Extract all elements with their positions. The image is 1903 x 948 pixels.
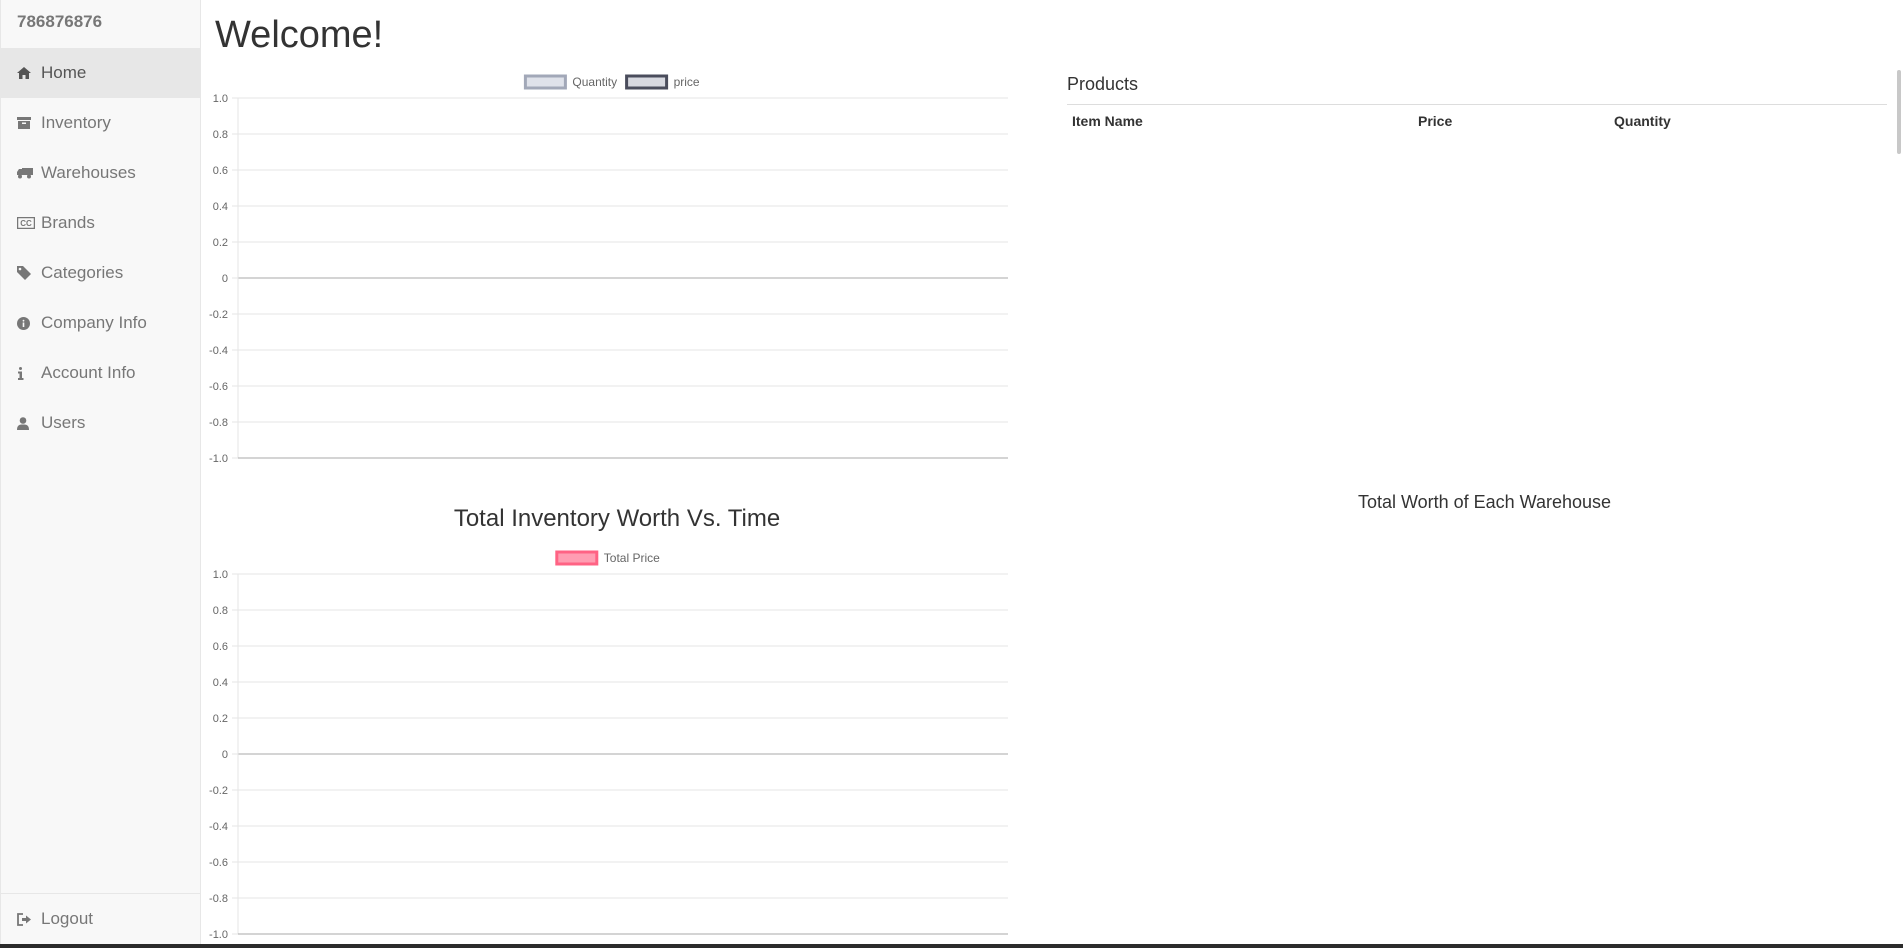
sidebar-item-warehouses[interactable]: Warehouses [1, 148, 200, 198]
products-table: Item Name Price Quantity [1067, 107, 1887, 135]
products-panel: Products Item Name Price Quantity [1067, 74, 1887, 135]
svg-text:CC: CC [20, 219, 32, 228]
y-tick-label: -0.4 [209, 821, 228, 833]
sidebar-item-account-info[interactable]: Account Info [1, 348, 200, 398]
chart-title: Total Inventory Worth Vs. Time [454, 505, 780, 532]
y-tick-label: 0.2 [213, 237, 228, 249]
sidebar-item-label: Brands [41, 213, 95, 232]
cc-icon: CC [17, 215, 37, 231]
sidebar-item-brands[interactable]: CC Brands [1, 198, 200, 248]
legend-label: Quantity [572, 75, 617, 89]
y-tick-label: -0.6 [209, 857, 228, 869]
y-tick-label: -1.0 [209, 929, 228, 940]
info-icon [17, 365, 37, 381]
page-title: Welcome! [215, 14, 384, 56]
sidebar-item-inventory[interactable]: Inventory [1, 98, 200, 148]
y-tick-label: 0.8 [213, 605, 228, 617]
brand-title[interactable]: 786876876 [17, 12, 102, 32]
logout-section: Logout [1, 893, 200, 945]
y-tick-label: 0.2 [213, 713, 228, 725]
scrollbar-thumb[interactable] [1897, 70, 1901, 154]
y-tick-label: 0.8 [213, 129, 228, 141]
table-header-row: Item Name Price Quantity [1067, 107, 1887, 135]
y-tick-label: 0.6 [213, 641, 228, 653]
products-title: Products [1067, 74, 1887, 105]
y-tick-label: -0.8 [209, 893, 228, 905]
quantity-price-chart: Quantity price 1.0 0.8 0.6 0.4 0.2 0 -0.2 -0.4 -0.… [209, 74, 1008, 465]
legend-item[interactable]: Quantity [523, 74, 617, 90]
column-header-item-name[interactable]: Item Name [1067, 107, 1413, 135]
y-tick-label: 0.6 [213, 165, 228, 177]
column-header-price[interactable]: Price [1413, 107, 1609, 135]
y-tick-label: 0 [222, 273, 228, 285]
truck-icon [17, 165, 37, 181]
y-tick-label: -0.6 [209, 381, 228, 393]
sidebar-item-label: Home [41, 63, 87, 82]
y-tick-label: 1.0 [213, 93, 228, 105]
y-tick-label: 0.4 [213, 677, 228, 689]
y-tick-label: -0.2 [209, 785, 228, 797]
legend-label: Total Price [604, 551, 660, 565]
sidebar-item-label: Account Info [41, 363, 136, 382]
legend-swatch [555, 550, 599, 566]
y-tick-label: -0.8 [209, 417, 228, 429]
legend-item[interactable]: price [625, 74, 700, 90]
sidebar-item-label: Users [41, 413, 86, 432]
legend-swatch [625, 74, 669, 90]
archive-icon [17, 115, 37, 131]
legend-label: price [674, 75, 700, 89]
sidebar-item-label: Company Info [41, 313, 147, 332]
warehouse-chart-title: Total Worth of Each Warehouse [1357, 492, 1612, 512]
sign-out-icon [17, 911, 37, 927]
y-tick-label: -0.4 [209, 345, 228, 357]
logout-label: Logout [41, 909, 93, 928]
logout-button[interactable]: Logout [1, 894, 200, 944]
sidebar-item-label: Categories [41, 263, 124, 282]
y-tick-label: 0.4 [213, 201, 228, 213]
column-header-quantity[interactable]: Quantity [1609, 107, 1887, 135]
inventory-worth-chart: Total Inventory Worth Vs. Time Total Pric… [209, 505, 1008, 940]
y-tick-label: -0.2 [209, 309, 228, 321]
sidebar-item-company-info[interactable]: Company Info [1, 298, 200, 348]
y-tick-label: 0 [222, 749, 228, 761]
home-icon [17, 65, 37, 81]
tag-icon [17, 265, 37, 281]
legend-swatch [523, 74, 567, 90]
sidebar: 786876876 Home Inventory Warehouses CC B… [0, 0, 201, 944]
sidebar-item-categories[interactable]: Categories [1, 248, 200, 298]
sidebar-item-label: Warehouses [41, 163, 136, 182]
sidebar-item-label: Inventory [41, 113, 111, 132]
y-tick-label: 1.0 [213, 569, 228, 581]
user-icon [17, 415, 37, 431]
info-circle-icon [17, 315, 37, 331]
bottom-border [0, 944, 1903, 948]
sidebar-item-users[interactable]: Users [1, 398, 200, 448]
legend-item[interactable]: Total Price [555, 550, 660, 566]
sidebar-item-home[interactable]: Home [1, 48, 200, 98]
y-tick-label: -1.0 [209, 453, 228, 465]
